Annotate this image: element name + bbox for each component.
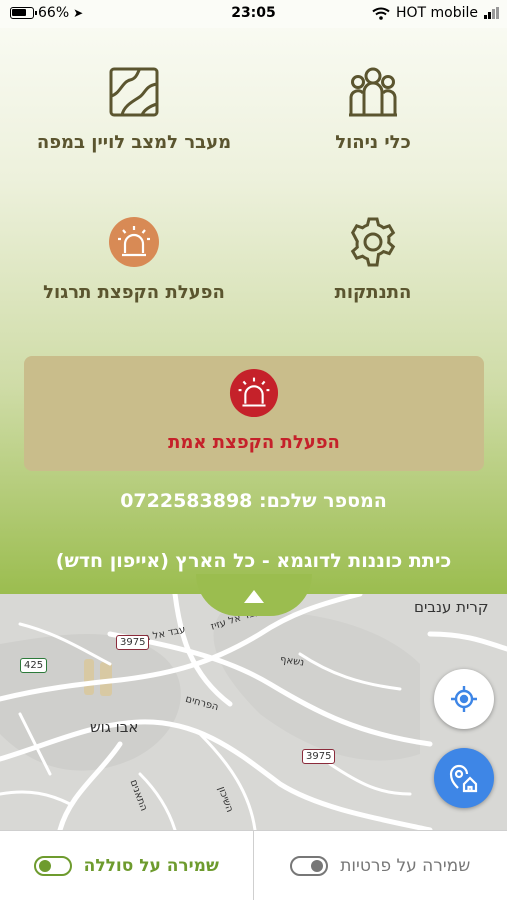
people-icon (347, 66, 399, 118)
threshold-guard-toggle-row[interactable]: שמירה על סוללה (0, 831, 254, 900)
drill-alert-tile[interactable]: הפעלת הקפצת תרגול (14, 216, 254, 303)
map-mode-tile[interactable]: מעבר למצב לויין במפה (14, 66, 254, 153)
map-mode-label: מעבר למצב לויין במפה (36, 132, 232, 153)
privacy-guard-label: שמירה על פרטיות (340, 855, 471, 876)
wifi-icon (372, 7, 390, 20)
bottom-toggles-bar: שמירה על סוללה שמירה על פרטיות (0, 830, 507, 900)
real-alert-button[interactable]: הפעלת הקפצת אמת (24, 356, 484, 471)
privacy-guard-toggle[interactable] (290, 855, 329, 876)
threshold-guard-toggle[interactable] (33, 855, 72, 876)
road-number-badge: 425 (20, 658, 48, 673)
drill-alert-label: הפעלת הקפצת תרגול (43, 282, 225, 303)
map-label-kiryat-anavim: קרית ענבים (414, 598, 489, 616)
carrier-name: HOT mobile (395, 5, 478, 21)
arrow-up-icon[interactable] (244, 590, 264, 603)
control-panel: מעבר למצב לויין במפה כלי ניהול הפעלת הקפ… (0, 0, 507, 594)
logout-tile[interactable]: התנתקות (253, 216, 493, 303)
siren-icon (24, 368, 484, 422)
threshold-guard-label: שמירה על סוללה (83, 855, 219, 876)
map-label-abu-gosh: אבו גוש (90, 718, 139, 736)
crosshair-icon (451, 686, 477, 712)
site-name: כיתת כוננות לדוגמא - כל הארץ (אייפון חדש… (55, 550, 452, 572)
map-view[interactable]: קרית ענבים אבו גוש עבד אל עזיז עבד אל ג׳… (0, 594, 507, 830)
logout-label: התנתקות (334, 282, 412, 303)
status-bar: 66% ➤ 23:05 HOT mobile (0, 0, 507, 28)
road-number-badge: 3975 (116, 635, 150, 650)
signal-icon (484, 7, 499, 19)
siren-icon (108, 216, 160, 268)
phone-number: המספר שלכם: 0722583898 (120, 490, 387, 512)
management-tools-tile[interactable]: כלי ניהול (253, 66, 493, 153)
gear-icon (347, 216, 399, 268)
road-number-badge: 3975 (302, 749, 336, 764)
real-alert-label: הפעלת הקפצת אמת (168, 432, 340, 453)
home-location-icon (449, 764, 478, 793)
home-zone-button[interactable] (434, 748, 494, 808)
my-location-button[interactable] (434, 669, 494, 729)
privacy-guard-toggle-row[interactable]: שמירה על פרטיות (254, 831, 507, 900)
management-tools-label: כלי ניהול (335, 132, 411, 153)
map-icon (108, 66, 160, 118)
